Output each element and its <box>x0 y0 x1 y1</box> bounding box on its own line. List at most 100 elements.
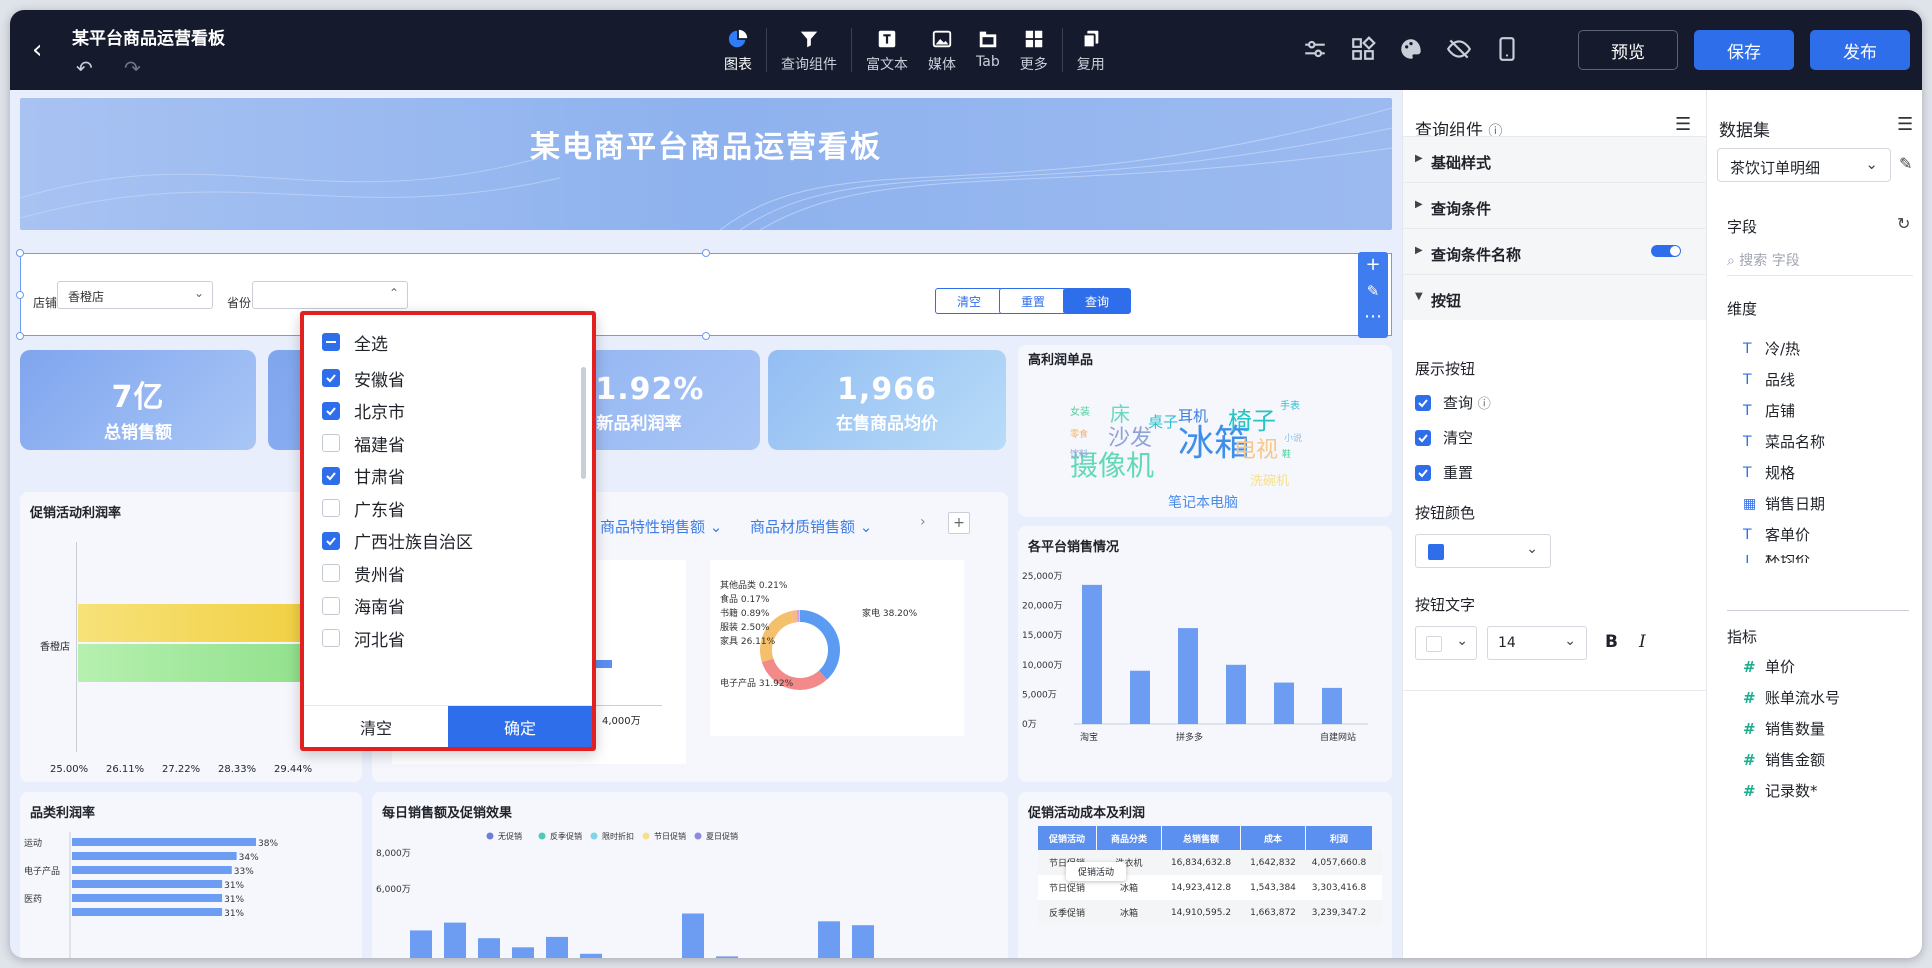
query-component[interactable]: 店铺 香橙店 ⌄ 省份 ⌃ 清空 重置 查询 <box>20 253 1392 336</box>
province-dropdown[interactable]: 全选 安徽省 北京市 福建省 甘肃省 广东省 广西壮族自治区 贵州省 海南省 河北省 清空 确定 <box>300 311 596 751</box>
more-icon[interactable]: ⋯ <box>1358 306 1388 327</box>
dataset-select[interactable]: 茶饮订单明细 ⌄ <box>1717 148 1891 182</box>
province-option[interactable]: 安徽省 <box>322 363 405 393</box>
edit-icon[interactable]: ✎ <box>1358 282 1388 300</box>
province-option[interactable]: 广西壮族自治区 <box>322 526 473 556</box>
dimension-field[interactable]: T 杯均价 <box>1743 555 1810 563</box>
select-all-option[interactable]: 全选 <box>322 327 388 357</box>
resize-handle[interactable] <box>16 291 24 299</box>
promo-cost-card[interactable]: 促销活动成本及利润 促销活动商品分类总销售额成本利润节日促销洗衣机16,834,… <box>1018 792 1392 958</box>
checkbox-unchecked[interactable] <box>322 596 340 615</box>
tool-tab[interactable]: Tab <box>966 24 1010 80</box>
button-color-picker[interactable]: ⌄ <box>1415 534 1551 568</box>
section-condition-name[interactable]: ▶ 查询条件名称 <box>1403 228 1707 274</box>
show-search-checkbox[interactable]: 查询 ⓘ <box>1415 392 1491 413</box>
resize-handle[interactable] <box>702 249 710 257</box>
dimension-field[interactable]: T 品线 <box>1743 369 1795 390</box>
info-icon[interactable]: ⓘ <box>1478 393 1491 412</box>
edit-icon[interactable]: ✎ <box>1899 154 1912 173</box>
dropdown-confirm-button[interactable]: 确定 <box>448 706 592 747</box>
province-option[interactable]: 甘肃省 <box>322 461 405 491</box>
daily-sales-card[interactable]: 每日销售额及促销效果 无促销 反季促销 限时折扣 节日促销 夏日促销 8,000万 6,00… <box>372 792 1008 958</box>
checkbox-checked[interactable] <box>322 401 340 420</box>
italic-button[interactable]: I <box>1639 632 1646 652</box>
tool-query[interactable]: 查询组件 <box>771 24 847 80</box>
dimension-field[interactable]: T 规格 <box>1743 462 1795 483</box>
checkbox-unchecked[interactable] <box>322 629 340 647</box>
tab-feature-sales[interactable]: 商品特性销售额 ⌄ <box>600 516 722 537</box>
measure-field[interactable]: # 单价 <box>1743 656 1795 677</box>
tool-chart[interactable]: 图表 <box>714 24 762 80</box>
hide-icon[interactable] <box>1446 36 1472 62</box>
resize-handle[interactable] <box>16 249 24 257</box>
dimension-field[interactable]: T 菜品名称 <box>1743 431 1825 452</box>
checkbox-indeterminate[interactable] <box>322 333 340 351</box>
query-reset-button[interactable]: 重置 <box>999 288 1067 314</box>
back-arrow-icon[interactable]: ‹ <box>32 37 42 63</box>
province-option[interactable]: 福建省 <box>322 428 405 458</box>
undo-icon[interactable]: ↶ <box>76 56 93 80</box>
dimension-field[interactable]: T 冷/热 <box>1743 338 1800 359</box>
dimension-field[interactable]: ▦ 销售日期 <box>1743 493 1825 514</box>
checkbox-unchecked[interactable] <box>322 434 340 452</box>
shop-select[interactable]: 香橙店 ⌄ <box>57 281 213 309</box>
platform-sales-card[interactable]: 各平台销售情况 25,000万 20,000万 15,000万 10,000万 5,00… <box>1018 526 1392 782</box>
collapse-panel-icon[interactable]: ☰ <box>1897 114 1913 135</box>
font-size-select[interactable]: 14 ⌄ <box>1487 626 1587 660</box>
resize-handle[interactable] <box>16 332 24 340</box>
redo-icon[interactable]: ↷ <box>124 56 141 80</box>
province-option[interactable]: 北京市 <box>322 396 405 426</box>
tool-more[interactable]: 更多 <box>1010 24 1058 80</box>
measure-field[interactable]: # 销售金额 <box>1743 749 1825 770</box>
section-basic-style[interactable]: ▶ 基础样式 <box>1403 136 1707 182</box>
collapse-panel-icon[interactable]: ☰ <box>1675 114 1691 135</box>
tool-richtext[interactable]: 富文本 <box>856 24 918 80</box>
publish-button[interactable]: 发布 <box>1810 30 1910 70</box>
checkbox-checked[interactable] <box>322 531 340 550</box>
dimension-field[interactable]: T 客单价 <box>1743 524 1810 545</box>
mobile-icon[interactable] <box>1494 36 1520 62</box>
add-icon[interactable]: + <box>1358 254 1388 275</box>
query-search-button[interactable]: 查询 <box>1063 288 1131 314</box>
add-tab-icon[interactable]: + <box>948 512 970 534</box>
bold-button[interactable]: B <box>1605 632 1618 652</box>
condition-name-toggle[interactable] <box>1651 245 1681 257</box>
preview-button[interactable]: 预览 <box>1578 30 1678 70</box>
checkbox-unchecked[interactable] <box>322 499 340 517</box>
show-clear-checkbox[interactable]: 清空 <box>1415 427 1473 448</box>
province-option[interactable]: 广东省 <box>322 493 405 523</box>
section-buttons[interactable]: ▼ 按钮 <box>1403 274 1707 320</box>
category-margin-card[interactable]: 品类利润率 38% 运动 34% 33% 电子产品 31% 31% 医药 31% <box>20 792 362 958</box>
save-button[interactable]: 保存 <box>1694 30 1794 70</box>
refresh-icon[interactable]: ↻ <box>1897 214 1910 233</box>
query-clear-button[interactable]: 清空 <box>935 288 1003 314</box>
dropdown-scrollbar[interactable] <box>581 367 586 479</box>
measure-field[interactable]: # 销售数量 <box>1743 718 1825 739</box>
tool-media[interactable]: 媒体 <box>918 24 966 80</box>
tool-reuse[interactable]: 复用 <box>1067 24 1115 80</box>
tab-scroll-right-icon[interactable]: › <box>920 514 926 530</box>
section-query-conditions[interactable]: ▶ 查询条件 <box>1403 182 1707 228</box>
kpi-card-total-sales[interactable]: 7亿 总销售额 <box>20 350 256 450</box>
layout-icon[interactable] <box>1350 36 1376 62</box>
checkbox-checked[interactable] <box>322 466 340 485</box>
sliders-icon[interactable] <box>1302 36 1328 62</box>
resize-handle[interactable] <box>702 332 710 340</box>
kpi-card-avg-price[interactable]: 1,966 在售商品均价 <box>768 350 1006 450</box>
palette-icon[interactable] <box>1398 36 1424 62</box>
province-option[interactable]: 河北省 <box>322 623 405 653</box>
field-search-input[interactable]: ⌕ 搜索 字段 <box>1727 242 1913 276</box>
tab-material-sales[interactable]: 商品材质销售额 ⌄ <box>750 516 872 537</box>
province-option[interactable]: 贵州省 <box>322 558 405 588</box>
wordcloud-card[interactable]: 高利润单品 冰箱 摄像机 椅子 电视 沙发床桌子 耳机 笔记本电脑 洗碗机 女装 手表 零食 饮料 小说… <box>1018 345 1392 517</box>
province-option[interactable]: 海南省 <box>322 591 405 621</box>
checkbox-unchecked[interactable] <box>322 564 340 582</box>
dropdown-clear-button[interactable]: 清空 <box>304 706 448 747</box>
dimension-field[interactable]: T 店铺 <box>1743 400 1795 421</box>
text-color-picker[interactable]: ⌄ <box>1415 626 1477 660</box>
measure-field[interactable]: # 账单流水号 <box>1743 687 1840 708</box>
checkbox-checked[interactable] <box>322 369 340 387</box>
show-reset-checkbox[interactable]: 重置 <box>1415 462 1473 483</box>
measure-field[interactable]: # 记录数* <box>1743 780 1818 801</box>
province-select[interactable]: ⌃ <box>252 281 408 309</box>
